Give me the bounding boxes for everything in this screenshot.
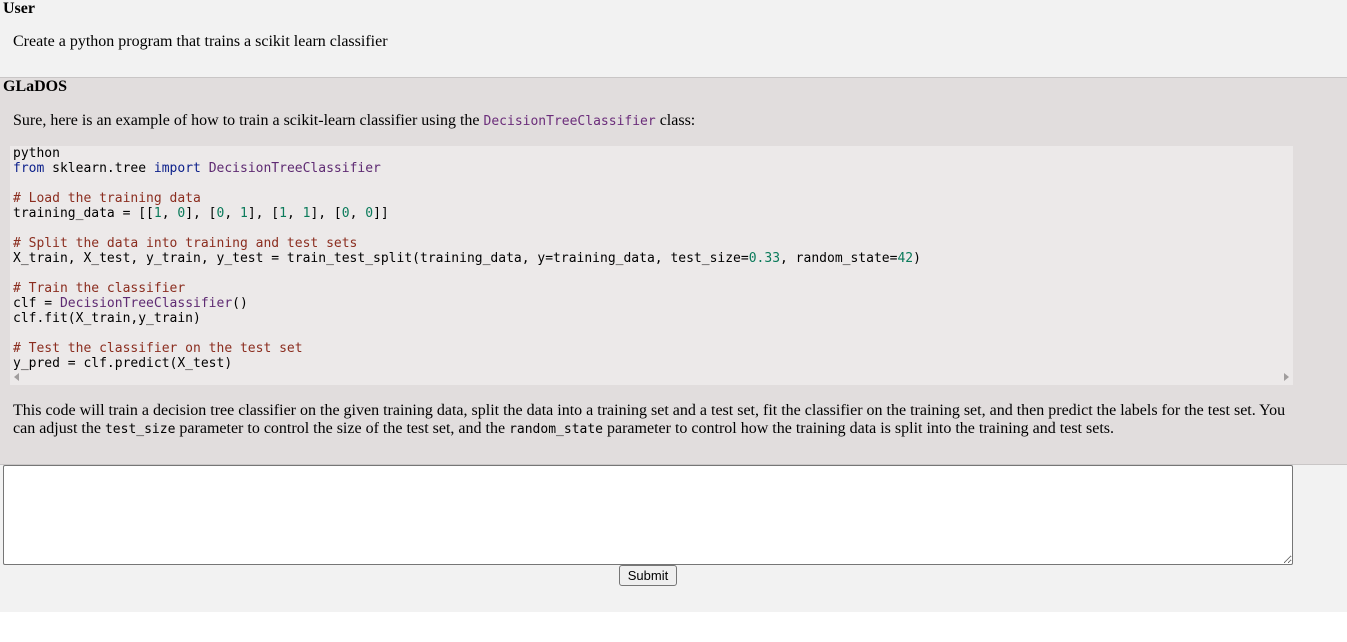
code-line: # Test the classifier on the test set xyxy=(13,341,303,356)
intro-text-end: class: xyxy=(655,112,696,129)
code-line: ​ xyxy=(13,266,1290,281)
message-text: Create a python program that trains a sc… xyxy=(13,33,388,50)
inline-code-random-state: random_state xyxy=(509,422,603,437)
inline-code-test-size: test_size xyxy=(104,422,176,437)
speaker-name: User xyxy=(3,0,35,17)
code-line: # Load the training data xyxy=(13,191,201,206)
code-line: training_data = [[1, 0], [0, 1], [1, 1],… xyxy=(13,206,389,221)
message-outro: This code will train a decision tree cla… xyxy=(13,402,1293,439)
code-line: from sklearn.tree import DecisionTreeCla… xyxy=(13,161,381,176)
code-line: # Train the classifier xyxy=(13,281,186,296)
scroll-left-icon[interactable] xyxy=(14,373,19,381)
code-line: clf.fit(X_train,y_train) xyxy=(13,311,201,326)
intro-text: Sure, here is an example of how to train… xyxy=(13,112,484,129)
outro-text-2: parameter to control the size of the tes… xyxy=(175,420,510,437)
code-block[interactable]: python from sklearn.tree import DecisionT… xyxy=(10,146,1293,385)
message-intro: Sure, here is an example of how to train… xyxy=(13,112,1293,131)
code-line: ​ xyxy=(13,326,1290,341)
code-line: python xyxy=(13,146,60,161)
user-message: User Create a python program that trains… xyxy=(0,0,1347,78)
inline-code: DecisionTreeClassifier xyxy=(483,114,656,129)
code-line: # Split the data into training and test … xyxy=(13,236,358,251)
submit-button[interactable]: Submit xyxy=(619,565,677,586)
code-line: ​ xyxy=(13,221,1290,236)
outro-text-3: parameter to control how the training da… xyxy=(603,420,1114,437)
code-content: python from sklearn.tree import DecisionT… xyxy=(10,146,1293,371)
code-line: ​ xyxy=(13,176,1290,191)
speaker-name: GLaDOS xyxy=(3,78,68,95)
scroll-right-icon[interactable] xyxy=(1284,373,1289,381)
horizontal-scrollbar[interactable] xyxy=(10,371,1293,385)
chat-container: User Create a python program that trains… xyxy=(0,0,1347,612)
code-line: clf = DecisionTreeClassifier() xyxy=(13,296,248,311)
code-line: y_pred = clf.predict(X_test) xyxy=(13,356,233,371)
message-input[interactable] xyxy=(3,465,1293,565)
code-line: X_train, X_test, y_train, y_test = train… xyxy=(13,251,921,266)
